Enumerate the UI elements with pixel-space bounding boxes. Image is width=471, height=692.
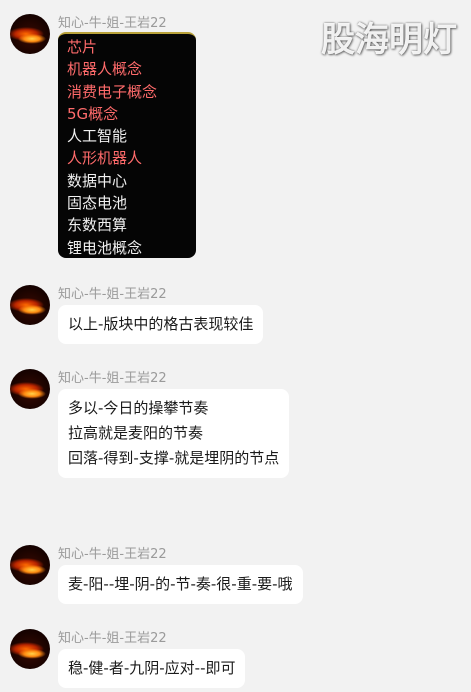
image-message[interactable]: 芯片 机器人概念 消费电子概念 5G概念 人工智能 人形机器人 数据中心 固态电… xyxy=(58,32,196,258)
image-line: 东数西算 xyxy=(67,216,128,235)
text-bubble[interactable]: 多以-今日的操攀节奏 拉高就是麦阳的节奏 回落-得到-支撑-就是埋阴的节点 xyxy=(58,389,290,478)
message-text: 稳-健-者-九阴-应对--即可 xyxy=(68,659,236,677)
avatar[interactable] xyxy=(10,285,50,325)
sender-name: 知心-牛-姐-王岩22 xyxy=(58,547,167,562)
message-text: 多以-今日的操攀节奏 xyxy=(68,399,209,417)
image-line: 人形机器人 xyxy=(67,149,143,168)
message-text: 以上-版块中的格古表现较佳 xyxy=(68,315,254,333)
sender-name: 知心-牛-姐-王岩22 xyxy=(58,16,167,31)
image-line: 机器人概念 xyxy=(67,60,143,79)
chat-area: 股海明灯 知心-牛-姐-王岩22 芯片 机器人概念 消费电子概念 5G概念 人工… xyxy=(0,0,471,692)
text-bubble[interactable]: 以上-版块中的格古表现较佳 xyxy=(58,305,264,344)
sender-name: 知心-牛-姐-王岩22 xyxy=(58,371,167,386)
watermark: 股海明灯 xyxy=(321,20,457,60)
text-bubble[interactable]: 稳-健-者-九阴-应对--即可 xyxy=(58,649,246,688)
image-line: 消费电子概念 xyxy=(67,82,158,101)
image-line: 5G概念 xyxy=(67,104,119,123)
image-line: 人工智能 xyxy=(67,127,128,146)
avatar[interactable] xyxy=(10,369,50,409)
image-line: 锂电池概念 xyxy=(67,238,143,257)
message-text: 回落-得到-支撑-就是埋阴的节点 xyxy=(68,449,280,467)
message-text: 拉高就是麦阳的节奏 xyxy=(68,424,204,442)
sender-name: 知心-牛-姐-王岩22 xyxy=(58,631,167,646)
message-text: 麦-阳--埋-阴-的-节-奏-很-重-要-哦 xyxy=(68,575,293,593)
sender-name: 知心-牛-姐-王岩22 xyxy=(58,287,167,302)
text-bubble[interactable]: 麦-阳--埋-阴-的-节-奏-很-重-要-哦 xyxy=(58,565,303,604)
avatar[interactable] xyxy=(10,14,50,54)
avatar[interactable] xyxy=(10,545,50,585)
image-line: 固态电池 xyxy=(67,194,128,213)
image-line: 数据中心 xyxy=(67,171,128,190)
image-line: 芯片 xyxy=(67,38,98,56)
avatar[interactable] xyxy=(10,629,50,669)
